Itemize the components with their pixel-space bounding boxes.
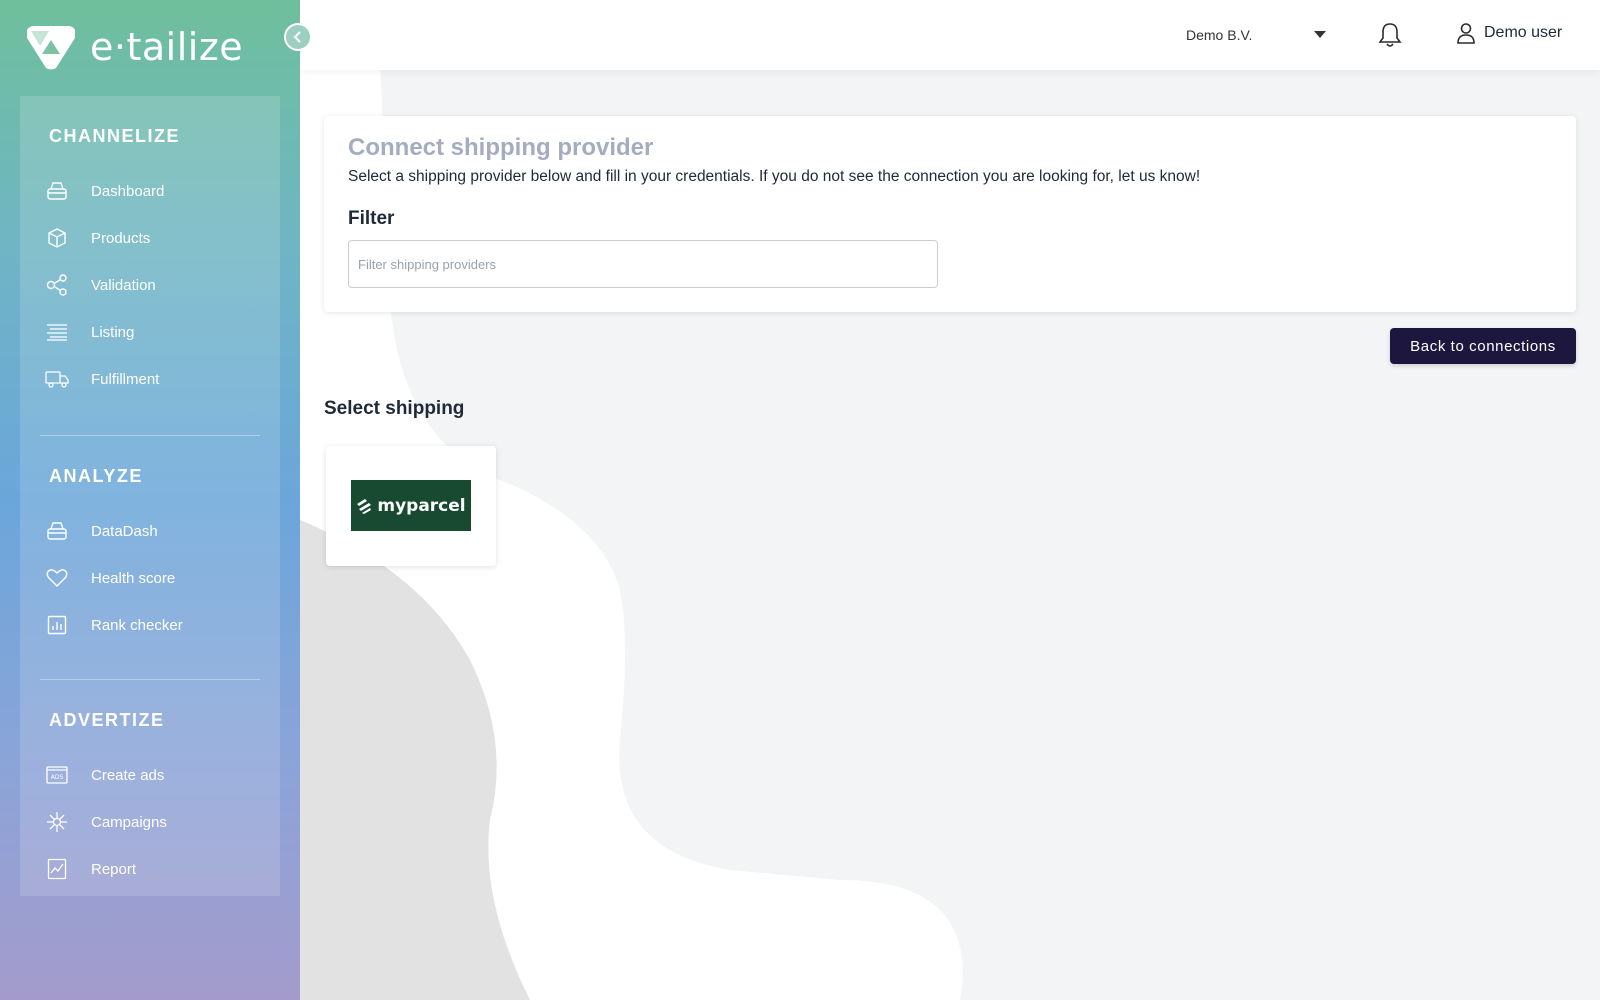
topbar: Demo B.V. Demo user <box>300 0 1600 70</box>
user-name: Demo user <box>1484 24 1563 41</box>
sidebar-item-fulfillment[interactable]: Fulfillment <box>45 363 265 395</box>
myparcel-mark-icon <box>357 498 372 514</box>
dashboard-icon <box>45 519 69 543</box>
filter-input[interactable] <box>348 240 938 288</box>
etailize-logo-icon <box>27 26 75 70</box>
user-icon <box>1457 23 1475 44</box>
nav-section-title-advertize: ADVERTIZE <box>49 710 165 730</box>
notifications-button[interactable] <box>1378 22 1402 53</box>
nav-panel: CHANNELIZE Dashboard Products Validation… <box>20 96 280 896</box>
company-select-value: Demo B.V. <box>1186 27 1253 43</box>
sidebar-item-datadash[interactable]: DataDash <box>45 515 265 547</box>
sidebar-item-campaigns[interactable]: Campaigns <box>45 806 265 838</box>
bar-chart-icon <box>45 613 69 637</box>
provider-name: myparcel <box>377 495 466 516</box>
brand-logo[interactable]: e·tailize <box>26 24 243 70</box>
report-icon <box>45 857 69 881</box>
sidebar-item-listing[interactable]: Listing <box>45 316 265 348</box>
page-description: Select a shipping provider below and fil… <box>348 168 1201 185</box>
dashboard-icon <box>45 179 69 203</box>
sidebar-item-report[interactable]: Report <box>45 853 265 885</box>
sidebar-item-label: Validation <box>91 276 156 294</box>
sidebar-item-create-ads[interactable]: ADS Create ads <box>45 759 265 791</box>
box-icon <box>45 226 69 250</box>
share-nodes-icon <box>45 273 69 297</box>
ads-icon: ADS <box>45 763 69 787</box>
bell-icon <box>1378 23 1402 47</box>
nav-section-title-channelize: CHANNELIZE <box>49 126 180 146</box>
sidebar-item-label: DataDash <box>91 522 158 540</box>
sidebar-item-label: Rank checker <box>91 616 183 634</box>
select-shipping-heading: Select shipping <box>324 398 465 419</box>
sidebar-item-validation[interactable]: Validation <box>45 269 265 301</box>
nav-divider <box>40 435 260 436</box>
provider-card-myparcel[interactable]: myparcel <box>326 446 496 566</box>
nav-section-title-analyze: ANALYZE <box>49 466 143 486</box>
company-select[interactable]: Demo B.V. <box>1186 24 1326 46</box>
chevron-left-icon <box>293 31 301 43</box>
truck-icon <box>45 367 69 391</box>
user-menu[interactable]: Demo user <box>1456 22 1562 44</box>
sidebar-item-label: Listing <box>91 323 135 341</box>
sidebar-item-label: Health score <box>91 569 176 587</box>
sidebar-item-label: Create ads <box>91 766 165 784</box>
svg-text:ADS: ADS <box>51 774 64 781</box>
brand-name: e·tailize <box>90 25 244 69</box>
sidebar-item-products[interactable]: Products <box>45 222 265 254</box>
connect-provider-card: Connect shipping provider Select a shipp… <box>324 116 1576 312</box>
sidebar-item-dashboard[interactable]: Dashboard <box>45 175 265 207</box>
filter-label: Filter <box>348 208 395 229</box>
sidebar-item-label: Fulfillment <box>91 370 160 388</box>
main-content: Demo B.V. Demo user Connect shipping pro… <box>300 0 1600 1000</box>
sidebar-item-label: Products <box>91 229 151 247</box>
page-title: Connect shipping provider <box>348 134 654 161</box>
sidebar-item-label: Campaigns <box>91 813 167 831</box>
caret-down-icon <box>1314 31 1326 38</box>
sidebar-item-health-score[interactable]: Health score <box>45 562 265 594</box>
list-icon <box>45 320 69 344</box>
heart-icon <box>45 566 69 590</box>
sidebar-item-label: Dashboard <box>91 182 165 200</box>
sidebar-item-label: Report <box>91 860 137 878</box>
sidebar: e·tailize CHANNELIZE Dashboard Products … <box>0 0 300 1000</box>
nav-divider <box>40 679 260 680</box>
campaigns-icon <box>45 810 69 834</box>
myparcel-logo: myparcel <box>351 480 471 531</box>
back-to-connections-button[interactable]: Back to connections <box>1390 328 1576 364</box>
sidebar-item-rank-checker[interactable]: Rank checker <box>45 609 265 641</box>
sidebar-collapse-button[interactable] <box>284 23 312 51</box>
